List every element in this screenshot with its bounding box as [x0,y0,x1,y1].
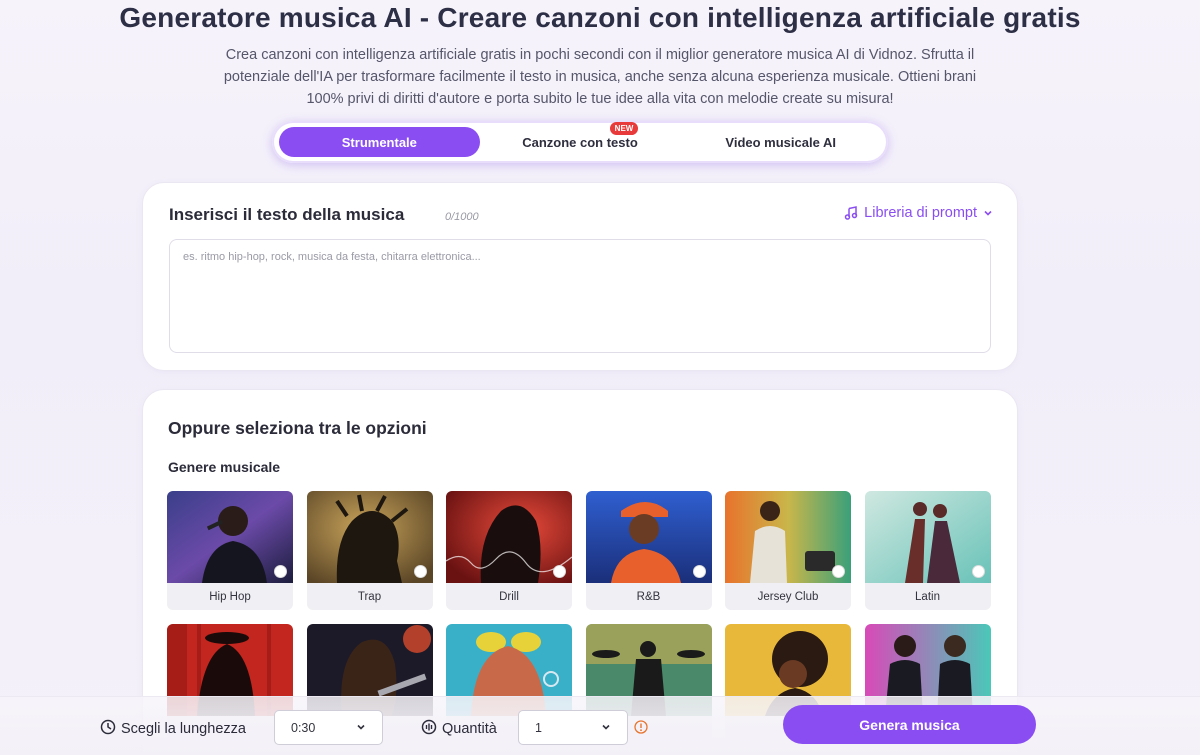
quantity-label-group: Quantità [421,719,497,739]
tab-canzone-con-testo[interactable]: Canzone con testo NEW [480,122,681,157]
genre-radio[interactable] [692,565,706,578]
lyrics-heading: Inserisci il testo della musica [169,205,405,224]
length-select[interactable]: 0:30 [274,710,383,745]
genre-radio[interactable] [274,565,287,578]
music-note-icon [844,206,858,220]
genre-label: Trap [357,590,382,603]
genre-label: Hip Hop [209,590,251,603]
genre-card-latin[interactable]: Latin [864,491,991,610]
page-title: Generatore musica AI - Creare canzoni co… [119,2,1081,33]
new-badge: NEW [609,122,639,135]
page-subtitle: Crea canzoni con intelligenza artificial… [150,44,1050,110]
length-label-group: Scegli la lunghezza [100,719,246,739]
prompt-library-label: Libreria di prompt [864,205,977,221]
prompt-library-button[interactable]: Libreria di prompt [844,205,993,221]
generate-music-button[interactable]: Genera musica [783,705,1036,744]
genre-card-trap[interactable]: Trap [306,491,433,610]
genre-label: Latin [915,590,940,603]
genre-radio[interactable] [971,565,985,578]
quantity-label: Quantità [442,721,497,737]
chevron-down-icon [983,208,993,218]
genre-card-jersey-club[interactable]: Jersey Club [725,491,851,610]
lyrics-card: Inserisci il testo della musica 0/1000 L… [142,182,1018,371]
chevron-down-icon [601,721,611,735]
bottom-bar: Scegli la lunghezza 0:30 Quantità 1 Gene… [0,696,1200,755]
genre-label: Jersey Club [757,590,819,603]
subtitle-line: potenziale dell'IA per trasformare facil… [223,69,977,85]
quantity-value: 1 [535,720,542,735]
chevron-down-icon [356,721,366,735]
length-value: 0:30 [291,720,316,735]
genre-card-rnb[interactable]: R&B [585,491,712,610]
tab-label: Video musicale AI [725,134,836,150]
waveform-icon [421,719,437,739]
quantity-select[interactable]: 1 [518,710,628,745]
tab-video-musicale[interactable]: Video musicale AI [680,127,881,157]
tab-label: Strumentale [341,134,417,150]
genre-radio[interactable] [832,565,845,578]
options-heading: Oppure seleziona tra le opzioni [168,418,427,438]
info-icon[interactable] [634,720,648,739]
genre-radio[interactable] [413,565,427,578]
genre-heading: Genere musicale [168,459,281,475]
genre-label: Drill [499,590,519,603]
char-counter: 0/1000 [445,211,479,223]
genre-radio[interactable] [553,565,566,578]
genre-label: R&B [636,590,661,603]
lyrics-input[interactable] [169,239,991,353]
subtitle-line: Crea canzoni con intelligenza artificial… [225,47,975,63]
tab-strumentale[interactable]: Strumentale [279,127,480,157]
subtitle-line: 100% privi di diritti d'autore e porta s… [306,91,894,107]
length-label: Scegli la lunghezza [121,721,246,737]
tab-label: Canzone con testo [522,134,638,150]
genre-card-hip-hop[interactable]: Hip Hop [167,491,293,610]
clock-icon [100,719,116,739]
genre-card-drill[interactable]: Drill [446,491,572,610]
mode-tabs: Strumentale Canzone con testo NEW Video … [272,121,888,163]
